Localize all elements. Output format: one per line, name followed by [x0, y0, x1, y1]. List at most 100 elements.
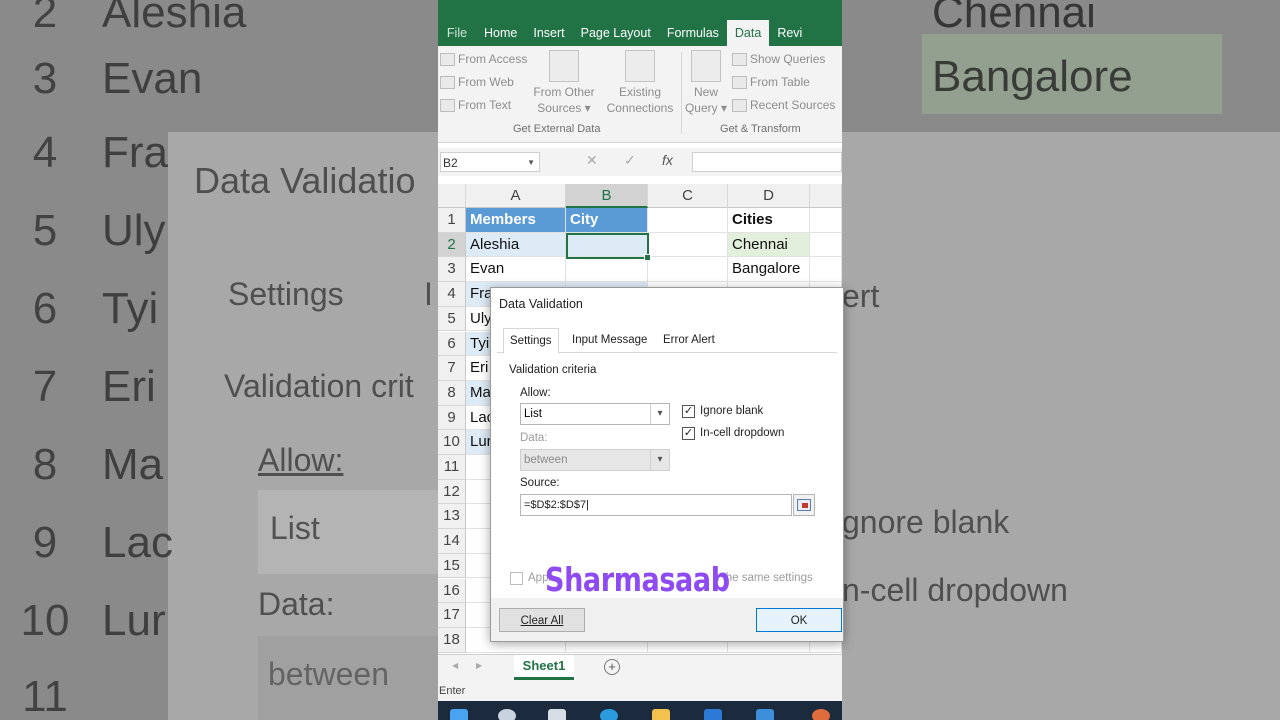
cell-e3[interactable] — [810, 257, 842, 283]
row-header[interactable]: 18 — [438, 627, 466, 653]
sheet-tab-sheet1[interactable]: Sheet1 — [514, 655, 574, 680]
chevron-down-icon[interactable]: ▼ — [527, 153, 535, 173]
row-header[interactable]: 9 — [438, 405, 466, 431]
cell-c1[interactable] — [648, 208, 728, 233]
allow-select[interactable]: List ▾ — [520, 403, 670, 425]
cell-a3[interactable]: Evan — [466, 257, 566, 283]
cancel-icon[interactable]: ✕ — [586, 152, 598, 169]
cell-e1[interactable] — [810, 208, 842, 233]
enter-icon[interactable]: ✓ — [624, 152, 636, 169]
column-header-d[interactable]: D — [728, 184, 810, 208]
row-header[interactable]: 8 — [438, 380, 466, 406]
chevron-down-icon[interactable]: ▾ — [650, 404, 669, 424]
mail-icon[interactable] — [704, 709, 722, 720]
group-get-transform: Get & Transform — [720, 123, 801, 135]
cell-d3[interactable]: Bangalore — [728, 257, 810, 283]
bg-member: Lac — [102, 518, 173, 567]
tab-error-alert[interactable]: Error Alert — [657, 328, 721, 352]
bg-row-num: 5 — [32, 206, 58, 255]
tab-insert[interactable]: Insert — [525, 20, 572, 46]
cell-d1[interactable]: Cities — [728, 208, 810, 233]
existing-connections-button[interactable]: Existing Connections — [604, 50, 676, 116]
row-header[interactable]: 4 — [438, 282, 466, 307]
name-box[interactable]: B2 ▼ — [440, 152, 540, 172]
row-header[interactable]: 7 — [438, 356, 466, 381]
vscode-icon[interactable] — [756, 709, 774, 720]
group-get-external-data: Get External Data — [513, 123, 601, 135]
prev-sheet-icon[interactable]: ◀ — [452, 661, 458, 670]
apply-all-checkbox[interactable] — [510, 572, 523, 585]
add-sheet-icon[interactable]: + — [604, 659, 620, 675]
bg-data: Data: — [258, 586, 335, 622]
cell-c2[interactable] — [648, 232, 728, 258]
from-other-sources-button[interactable]: From Other Sources ▾ — [530, 50, 598, 116]
start-icon[interactable] — [450, 709, 468, 720]
cell-b1[interactable]: City — [566, 208, 648, 233]
row-header[interactable]: 13 — [438, 504, 466, 530]
tab-review[interactable]: Revi — [769, 20, 810, 46]
bg-validation-criteria: Validation crit — [224, 368, 414, 404]
tab-settings[interactable]: Settings — [503, 328, 559, 354]
in-cell-dropdown-label: In-cell dropdown — [700, 427, 785, 439]
show-queries-button[interactable]: Show Queries — [732, 52, 825, 66]
tab-home[interactable]: Home — [476, 20, 525, 46]
bg-row-num: 7 — [32, 362, 58, 411]
task-view-icon[interactable] — [548, 709, 566, 720]
recent-sources-button[interactable]: Recent Sources — [732, 98, 835, 112]
chevron-down-icon: ▾ — [650, 450, 669, 470]
column-header-a[interactable]: A — [466, 184, 566, 208]
column-header-c[interactable]: C — [648, 184, 728, 208]
formula-input[interactable] — [692, 152, 842, 172]
cell-a1[interactable]: Members — [466, 208, 566, 233]
ignore-blank-label: Ignore blank — [700, 405, 764, 417]
bg-city-2: Bangalore — [932, 52, 1133, 101]
row-header[interactable]: 1 — [438, 208, 466, 233]
show-queries-icon — [732, 52, 747, 66]
column-header-b[interactable]: B — [566, 184, 648, 208]
folder-icon[interactable] — [652, 709, 670, 720]
active-cell-b2[interactable] — [566, 232, 651, 261]
from-text-button[interactable]: From Text — [440, 98, 511, 112]
row-header[interactable]: 17 — [438, 603, 466, 628]
row-header[interactable]: 3 — [438, 257, 466, 283]
row-header[interactable]: 11 — [438, 455, 466, 480]
column-header-e[interactable] — [810, 184, 842, 208]
row-header[interactable]: 15 — [438, 553, 466, 579]
cell-d2[interactable]: Chennai — [728, 232, 810, 258]
next-sheet-icon[interactable]: ▶ — [476, 661, 482, 670]
row-header[interactable]: 12 — [438, 479, 466, 505]
tab-input-message[interactable]: Input Message — [566, 328, 653, 352]
tab-data[interactable]: Data — [726, 20, 770, 46]
row-header[interactable]: 14 — [438, 529, 466, 554]
row-header[interactable]: 2 — [438, 232, 466, 258]
edge-icon[interactable] — [600, 709, 618, 720]
cell-b3[interactable] — [566, 257, 648, 283]
insert-function-icon[interactable]: fx — [662, 152, 673, 168]
row-header[interactable]: 16 — [438, 578, 466, 604]
search-icon[interactable] — [498, 709, 516, 720]
from-table-button[interactable]: From Table — [732, 75, 810, 89]
cell-e2[interactable] — [810, 232, 842, 258]
from-access-button[interactable]: From Access — [440, 52, 527, 66]
bg-row-num: 10 — [20, 596, 70, 645]
tab-formulas[interactable]: Formulas — [659, 20, 727, 46]
range-select-icon[interactable] — [793, 494, 815, 516]
tab-page-layout[interactable]: Page Layout — [573, 20, 659, 46]
cell-a2[interactable]: Aleshia — [466, 232, 566, 258]
new-query-button[interactable]: New Query ▾ — [684, 50, 728, 116]
source-input[interactable]: =$D$2:$D$7| — [520, 494, 792, 516]
tab-file[interactable]: File — [438, 20, 476, 46]
from-web-button[interactable]: From Web — [440, 75, 514, 89]
row-header[interactable]: 5 — [438, 306, 466, 332]
clear-all-button[interactable]: Clear All — [499, 608, 585, 632]
ignore-blank-checkbox[interactable]: ✓ — [682, 405, 695, 418]
select-all-corner[interactable] — [438, 184, 466, 208]
app-icon[interactable] — [812, 709, 830, 720]
cell-c3[interactable] — [648, 257, 728, 283]
ok-button[interactable]: OK — [756, 608, 842, 632]
row-header[interactable]: 6 — [438, 331, 466, 357]
allow-label: Allow: — [520, 387, 551, 399]
in-cell-dropdown-checkbox[interactable]: ✓ — [682, 427, 695, 440]
bg-member: Aleshia — [102, 0, 247, 37]
row-header[interactable]: 10 — [438, 430, 466, 455]
